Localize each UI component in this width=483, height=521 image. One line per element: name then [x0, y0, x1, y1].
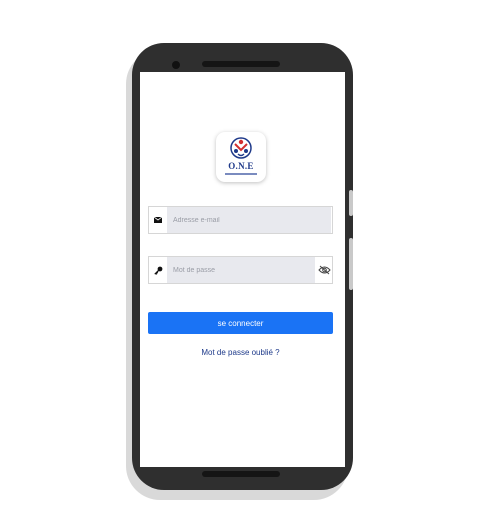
phone-camera	[172, 61, 180, 69]
password-input[interactable]	[167, 257, 315, 283]
logo-text: O.N.E	[228, 161, 254, 171]
forgot-password-link[interactable]: Mot de passe oublié ?	[140, 348, 341, 357]
app-logo: O.N.E	[216, 132, 266, 182]
phone-volume-button	[349, 238, 353, 290]
email-field	[148, 206, 333, 234]
eye-off-icon[interactable]	[316, 257, 332, 283]
password-field	[148, 256, 333, 284]
phone-speaker	[202, 61, 280, 67]
email-input[interactable]	[167, 207, 331, 233]
logo-emblem-icon	[230, 137, 252, 159]
phone-home-bar	[202, 471, 280, 477]
key-icon	[149, 257, 167, 283]
phone-side-button	[349, 190, 353, 216]
logo-tagline	[225, 173, 257, 175]
app-screen: O.N.E se connecter Mot de p	[140, 72, 345, 467]
login-button[interactable]: se connecter	[148, 312, 333, 334]
envelope-icon	[149, 207, 167, 233]
